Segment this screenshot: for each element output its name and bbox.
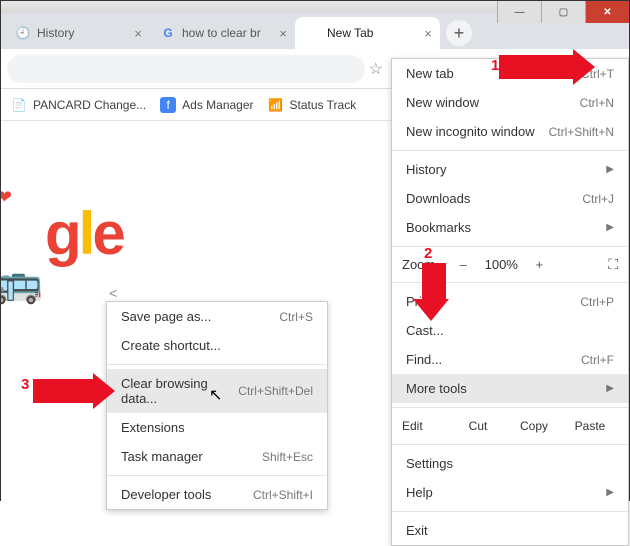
annotation-number-2: 2: [424, 245, 432, 262]
menu-label: Settings: [406, 456, 614, 471]
menu-label: More tools: [406, 381, 602, 396]
menu-label: Create shortcut...: [121, 338, 313, 353]
annotation-arrow-1: [499, 49, 595, 85]
window-minimize-button[interactable]: —: [497, 1, 541, 23]
menu-edit-row: Edit Cut Copy Paste: [392, 412, 628, 440]
status-icon: 📶: [268, 97, 284, 113]
heart-icon: ❤: [1, 187, 12, 208]
tab-close-icon[interactable]: ×: [134, 26, 142, 41]
edit-cut[interactable]: Cut: [450, 419, 506, 433]
zoom-out-button[interactable]: –: [451, 257, 475, 272]
submenu-task-manager[interactable]: Task manager Shift+Esc: [107, 442, 327, 471]
menu-label: Bookmarks: [406, 220, 602, 235]
edit-paste[interactable]: Paste: [562, 419, 618, 433]
mouse-cursor-icon: ↖: [209, 385, 222, 405]
annotation-arrow-2: [419, 263, 449, 321]
menu-bookmarks[interactable]: Bookmarks ▶: [392, 213, 628, 242]
annotation-arrow-3: [33, 373, 115, 409]
bus-icon: 🚌: [1, 259, 43, 306]
chevron-right-icon: ▶: [606, 487, 614, 498]
menu-shortcut: Ctrl+P: [580, 295, 614, 309]
menu-incognito[interactable]: New incognito window Ctrl+Shift+N: [392, 117, 628, 146]
fullscreen-icon[interactable]: ⛶: [608, 256, 618, 273]
bookmark-label: PANCARD Change...: [33, 98, 146, 112]
menu-label: Developer tools: [121, 487, 253, 502]
menu-shortcut: Ctrl+F: [581, 353, 614, 367]
tab-howto[interactable]: G how to clear br ×: [150, 17, 295, 49]
menu-find[interactable]: Find... Ctrl+F: [392, 345, 628, 374]
bookmark-star-icon[interactable]: ☆: [369, 59, 383, 79]
more-tools-submenu: Save page as... Ctrl+S Create shortcut..…: [106, 301, 328, 510]
submenu-save-page[interactable]: Save page as... Ctrl+S: [107, 302, 327, 331]
menu-label: Exit: [406, 523, 614, 538]
google-favicon-icon: G: [160, 25, 176, 41]
menu-separator: [392, 407, 628, 408]
menu-label: Extensions: [121, 420, 313, 435]
menu-label: Find...: [406, 352, 581, 367]
bookmark-item[interactable]: 📶 Status Track: [268, 97, 357, 113]
tab-title: History: [37, 26, 128, 40]
menu-shortcut: Ctrl+Shift+I: [253, 488, 313, 502]
menu-history[interactable]: History ▶: [392, 155, 628, 184]
window-control-buttons: — ▢ ✕: [497, 1, 629, 23]
edit-copy[interactable]: Copy: [506, 419, 562, 433]
window-titlebar: — ▢ ✕: [1, 1, 629, 13]
menu-shortcut: Ctrl+N: [580, 96, 614, 110]
tab-close-icon[interactable]: ×: [424, 26, 432, 41]
menu-shortcut: Ctrl+Shift+Del: [238, 384, 313, 398]
bookmark-label: Ads Manager: [182, 98, 253, 112]
zoom-in-button[interactable]: +: [527, 257, 551, 272]
submenu-developer-tools[interactable]: Developer tools Ctrl+Shift+I: [107, 480, 327, 509]
menu-label: Downloads: [406, 191, 582, 206]
menu-label: History: [406, 162, 602, 177]
menu-settings[interactable]: Settings: [392, 449, 628, 478]
menu-separator: [107, 475, 327, 476]
tab-close-icon[interactable]: ×: [279, 26, 287, 41]
menu-label: Task manager: [121, 449, 262, 464]
edit-label: Edit: [402, 419, 450, 433]
menu-separator: [392, 444, 628, 445]
menu-label: Help: [406, 485, 602, 500]
menu-label: New window: [406, 95, 580, 110]
menu-label: New incognito window: [406, 124, 549, 139]
page-icon: 📄: [11, 97, 27, 113]
bookmark-label: Status Track: [290, 98, 357, 112]
menu-label: Cast...: [406, 323, 614, 338]
bookmark-item[interactable]: 📄 PANCARD Change...: [11, 97, 146, 113]
menu-help[interactable]: Help ▶: [392, 478, 628, 507]
new-tab-button[interactable]: +: [446, 20, 472, 46]
bookmark-item[interactable]: f Ads Manager: [160, 97, 253, 113]
google-logo-fragment: gle: [45, 199, 123, 268]
history-favicon-icon: 🕘: [15, 25, 31, 41]
menu-label: Save page as...: [121, 309, 279, 324]
annotation-number-3: 3: [21, 376, 29, 393]
menu-shortcut: Shift+Esc: [262, 450, 313, 464]
submenu-extensions[interactable]: Extensions: [107, 413, 327, 442]
tab-history[interactable]: 🕘 History ×: [5, 17, 150, 49]
chevron-right-icon: ▶: [606, 164, 614, 175]
menu-separator: [392, 511, 628, 512]
tab-title: New Tab: [327, 26, 418, 40]
menu-downloads[interactable]: Downloads Ctrl+J: [392, 184, 628, 213]
share-icon[interactable]: <: [109, 285, 117, 301]
facebook-icon: f: [160, 97, 176, 113]
window-close-button[interactable]: ✕: [585, 1, 629, 23]
chevron-right-icon: ▶: [606, 222, 614, 233]
menu-exit[interactable]: Exit: [392, 516, 628, 545]
chevron-right-icon: ▶: [606, 383, 614, 394]
address-bar[interactable]: [7, 55, 365, 83]
menu-shortcut: Ctrl+Shift+N: [549, 125, 614, 139]
window-maximize-button[interactable]: ▢: [541, 1, 585, 23]
tab-title: how to clear br: [182, 26, 273, 40]
menu-separator: [392, 150, 628, 151]
menu-new-window[interactable]: New window Ctrl+N: [392, 88, 628, 117]
menu-more-tools[interactable]: More tools ▶: [392, 374, 628, 403]
menu-shortcut: Ctrl+J: [582, 192, 614, 206]
zoom-value: 100%: [481, 257, 521, 272]
tab-newtab[interactable]: New Tab ×: [295, 17, 440, 49]
menu-separator: [107, 364, 327, 365]
submenu-create-shortcut[interactable]: Create shortcut...: [107, 331, 327, 360]
menu-shortcut: Ctrl+S: [279, 310, 313, 324]
blank-favicon-icon: [305, 25, 321, 41]
